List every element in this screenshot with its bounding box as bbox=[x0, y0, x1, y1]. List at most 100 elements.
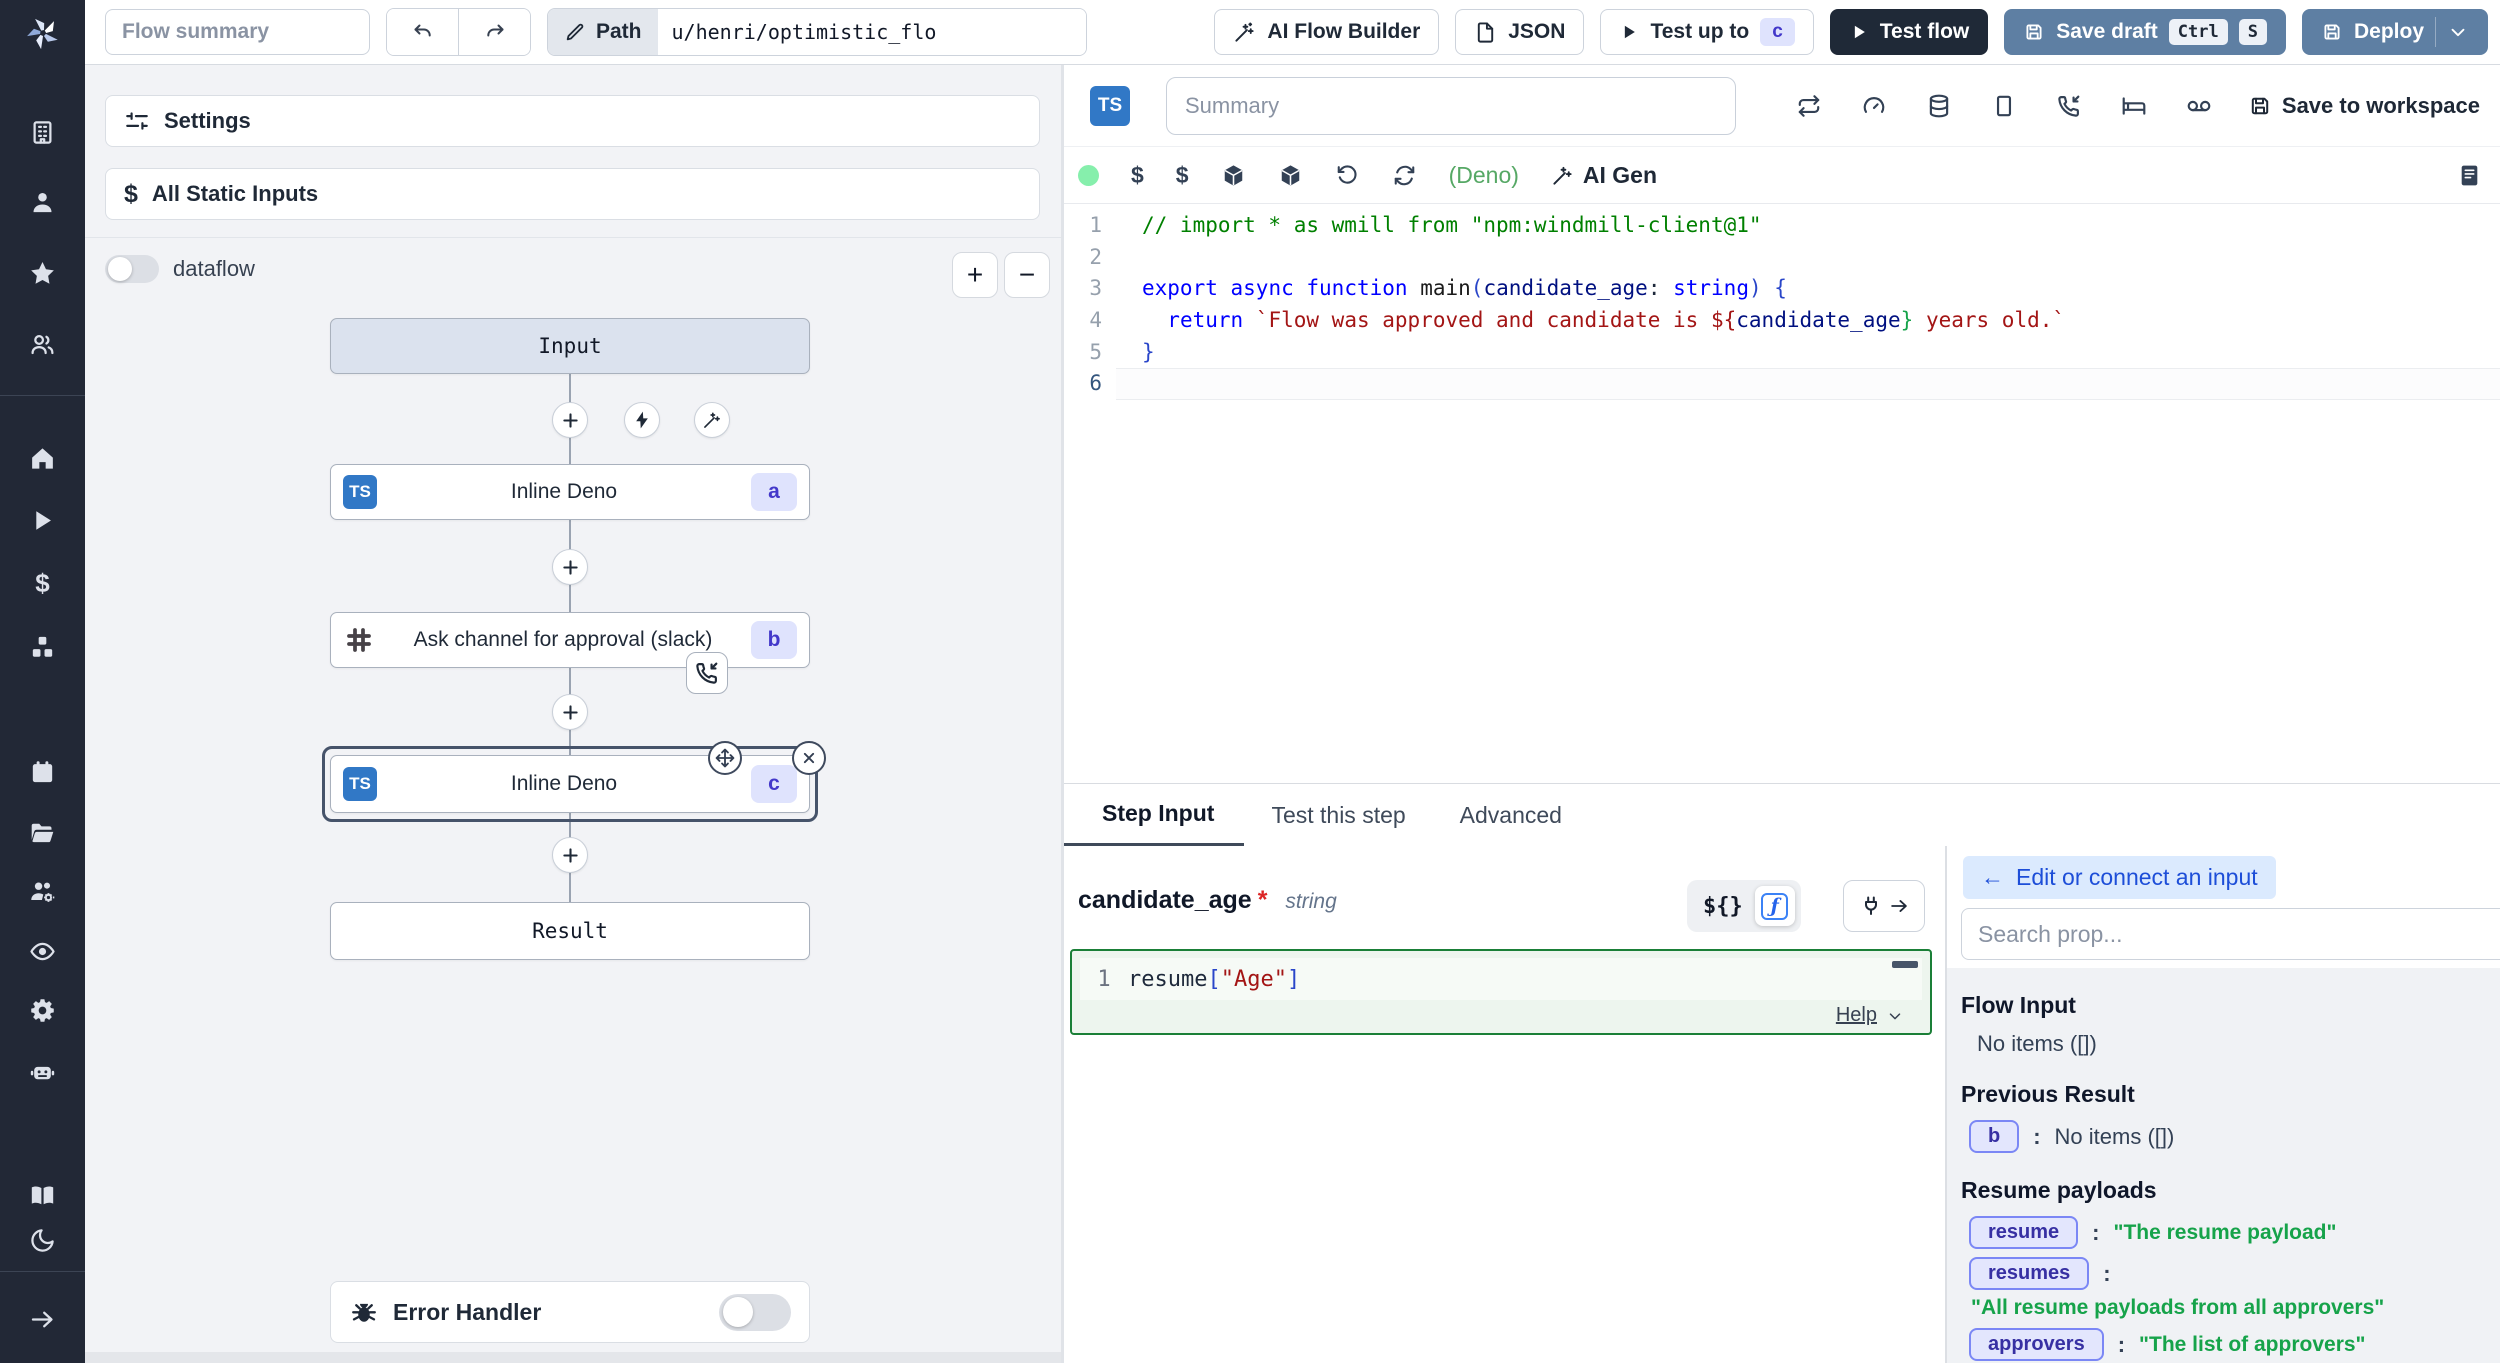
sidebar-item-audit-logs[interactable] bbox=[29, 937, 57, 965]
sidebar-item-user[interactable] bbox=[29, 188, 57, 216]
plug-connect-button[interactable] bbox=[1843, 880, 1925, 932]
back-to-edit-button[interactable]: ← Edit or connect an input bbox=[1963, 856, 2276, 899]
add-trigger-button[interactable] bbox=[624, 402, 660, 438]
static-inputs-card[interactable]: $ All Static Inputs bbox=[105, 168, 1040, 220]
windmill-logo[interactable] bbox=[21, 11, 65, 55]
tab-test-this-step[interactable]: Test this step bbox=[1244, 784, 1432, 846]
sidebar-item-workspace[interactable] bbox=[29, 118, 57, 146]
dataflow-toggle[interactable] bbox=[105, 255, 159, 283]
refresh-lang-icon[interactable] bbox=[1392, 163, 1417, 188]
resumes-desc: "All resume payloads from all approvers" bbox=[1971, 1296, 2500, 1320]
mock-voicemail-icon[interactable] bbox=[2186, 93, 2212, 119]
sidebar-item-runs[interactable] bbox=[29, 506, 57, 534]
approvers-badge[interactable]: approvers bbox=[1969, 1328, 2104, 1361]
ai-gen-button[interactable]: AI Gen bbox=[1551, 162, 1657, 189]
redo-button[interactable] bbox=[458, 9, 530, 55]
sidebar-item-docs[interactable] bbox=[29, 1181, 57, 1209]
code-line[interactable]: export async function main(candidate_age… bbox=[1116, 273, 2500, 305]
resume-badge[interactable]: resume bbox=[1969, 1216, 2078, 1249]
tab-advanced[interactable]: Advanced bbox=[1433, 784, 1589, 846]
delete-node-button[interactable] bbox=[792, 741, 826, 775]
function-mode-button[interactable]: ƒ bbox=[1755, 886, 1795, 926]
library-icon[interactable] bbox=[2457, 163, 2482, 188]
code-line[interactable]: return `Flow was approved and candidate … bbox=[1116, 305, 2500, 337]
step-summary-input[interactable] bbox=[1166, 77, 1736, 135]
template-mode-button[interactable]: ${} bbox=[1703, 894, 1743, 919]
move-icon bbox=[714, 747, 736, 769]
field-header: candidate_age * string bbox=[1078, 886, 1337, 915]
expression-editor[interactable]: 1 resume["Age"] Help bbox=[1070, 949, 1932, 1035]
tab-step-input[interactable]: Step Input bbox=[1064, 784, 1244, 846]
move-node-button[interactable] bbox=[708, 741, 742, 775]
add-step-button[interactable] bbox=[552, 694, 588, 730]
sidebar-item-schedules[interactable] bbox=[29, 758, 57, 786]
prev-result-badge[interactable]: b bbox=[1969, 1120, 2019, 1153]
deploy-button[interactable]: Deploy bbox=[2302, 9, 2488, 55]
concurrency-gauge-icon[interactable] bbox=[1861, 93, 1887, 119]
code-line[interactable] bbox=[1116, 368, 2500, 400]
add-step-button[interactable] bbox=[552, 549, 588, 585]
sleep-icon[interactable] bbox=[2121, 93, 2147, 119]
add-step-button[interactable] bbox=[552, 402, 588, 438]
sidebar-item-groups[interactable] bbox=[29, 877, 57, 905]
settings-card[interactable]: Settings bbox=[105, 95, 1040, 147]
expression-code[interactable]: resume["Age"] bbox=[1128, 967, 1300, 992]
node-a[interactable]: TS Inline Deno a bbox=[330, 464, 810, 520]
path-chip[interactable]: Path bbox=[548, 9, 658, 55]
error-handler-card[interactable]: Error Handler bbox=[330, 1281, 810, 1343]
expression-input[interactable]: 1 resume["Age"] bbox=[1080, 958, 1922, 1000]
save-draft-button[interactable]: Save draft Ctrl S bbox=[2004, 9, 2286, 55]
package-icon[interactable] bbox=[1221, 163, 1246, 188]
sidebar-item-users[interactable] bbox=[29, 330, 57, 358]
resource-picker-icon[interactable]: $ bbox=[1176, 162, 1189, 189]
reset-icon[interactable] bbox=[1335, 163, 1360, 188]
zoom-out-button[interactable]: − bbox=[1004, 252, 1050, 298]
dark-mode-toggle[interactable] bbox=[29, 1226, 57, 1254]
node-b[interactable]: Ask channel for approval (slack) b bbox=[330, 612, 810, 668]
early-stop-icon[interactable] bbox=[1991, 93, 2017, 119]
result-node[interactable]: Result bbox=[330, 902, 810, 960]
code-lines[interactable]: // import * as wmill from "npm:windmill-… bbox=[1116, 204, 2500, 782]
panel-splitter[interactable] bbox=[1061, 65, 1064, 1363]
sidebar-item-variables[interactable]: $ bbox=[29, 569, 57, 597]
language-label[interactable]: (Deno) bbox=[1449, 162, 1519, 189]
search-prop-input[interactable] bbox=[1961, 908, 2500, 960]
package-icon[interactable] bbox=[1278, 163, 1303, 188]
chevron-down-icon[interactable] bbox=[2447, 21, 2469, 43]
sidebar-item-resources[interactable] bbox=[29, 633, 57, 661]
horizontal-scrollbar[interactable] bbox=[85, 1352, 1061, 1363]
chevron-down-icon[interactable] bbox=[1886, 1007, 1904, 1025]
ai-add-step-button[interactable] bbox=[694, 402, 730, 438]
sidebar-item-settings[interactable] bbox=[29, 996, 57, 1024]
back-label: Edit or connect an input bbox=[2016, 864, 2258, 891]
suspend-phone-icon[interactable] bbox=[2056, 93, 2082, 119]
cache-database-icon[interactable] bbox=[1926, 93, 1952, 119]
test-flow-button[interactable]: Test flow bbox=[1830, 9, 1988, 55]
sidebar-item-ai[interactable] bbox=[29, 1058, 57, 1086]
variable-picker-icon[interactable]: $ bbox=[1131, 162, 1144, 189]
zoom-in-button[interactable]: + bbox=[952, 252, 998, 298]
retry-icon[interactable] bbox=[1796, 93, 1822, 119]
save-to-workspace-button[interactable]: Save to workspace bbox=[2248, 93, 2480, 119]
add-step-button[interactable] bbox=[552, 837, 588, 873]
undo-button[interactable] bbox=[387, 9, 458, 55]
sidebar-item-home[interactable] bbox=[29, 444, 57, 472]
path-input[interactable] bbox=[658, 9, 1086, 55]
help-link[interactable]: Help bbox=[1836, 1004, 1877, 1027]
code-line[interactable]: } bbox=[1116, 337, 2500, 369]
expand-sidebar-button[interactable] bbox=[29, 1305, 57, 1333]
json-button[interactable]: JSON bbox=[1455, 9, 1584, 55]
input-node[interactable]: Input bbox=[330, 318, 810, 374]
sidebar-item-folders[interactable] bbox=[29, 818, 57, 846]
ai-flow-builder-button[interactable]: AI Flow Builder bbox=[1214, 9, 1439, 55]
error-handler-toggle[interactable] bbox=[719, 1294, 791, 1331]
flow-summary-input[interactable] bbox=[105, 9, 370, 55]
node-a-label: Inline Deno bbox=[377, 480, 751, 504]
code-line[interactable] bbox=[1116, 242, 2500, 274]
code-editor[interactable]: 123456 // import * as wmill from "npm:wi… bbox=[1064, 204, 2500, 782]
resumes-badge[interactable]: resumes bbox=[1969, 1257, 2089, 1290]
code-line[interactable]: // import * as wmill from "npm:windmill-… bbox=[1116, 210, 2500, 242]
typescript-icon: TS bbox=[1090, 86, 1130, 126]
test-up-to-button[interactable]: Test up to c bbox=[1600, 9, 1813, 55]
sidebar-item-favorites[interactable] bbox=[29, 259, 57, 287]
